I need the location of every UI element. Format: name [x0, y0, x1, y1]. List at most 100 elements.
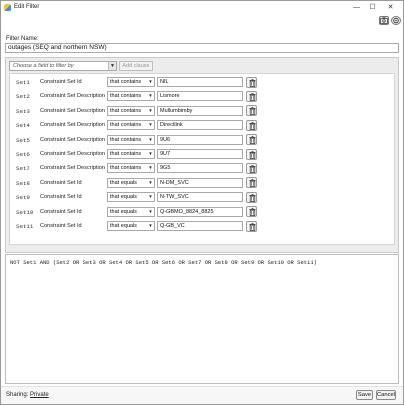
clause-panel: Choose a field to filter by ▼ Add clause… [5, 57, 399, 253]
clause-value-input[interactable]: Mullumbimby [157, 105, 243, 116]
trash-icon [249, 150, 256, 159]
clause-value-input[interactable]: N-TW_SVC [157, 192, 243, 203]
chevron-down-icon: ▼ [148, 165, 153, 171]
clause-row: Set6 Constraint Set Description that conta… [10, 147, 394, 161]
clause-row: Set8 Constraint Set Id that equals ▼ N-DM_SV… [10, 176, 394, 190]
cancel-button[interactable]: Cancel [376, 390, 396, 400]
delete-clause-button[interactable] [246, 90, 257, 102]
operator-select[interactable]: that equals ▼ [107, 206, 155, 217]
operator-select[interactable]: that contains ▼ [107, 91, 155, 102]
delete-clause-button[interactable] [246, 191, 257, 203]
operator-value: that equals [110, 223, 137, 229]
trash-icon [249, 165, 256, 173]
delete-clause-button[interactable] [246, 148, 257, 160]
operator-select[interactable]: that equals ▼ [107, 221, 155, 231]
clause-row: Set1 Constraint Set Id that contains ▼ NIL [10, 75, 394, 89]
chevron-down-icon: ▼ [148, 208, 153, 214]
set-id: Set2 [16, 93, 30, 101]
operator-select[interactable]: that contains ▼ [107, 149, 155, 159]
trash-icon [249, 107, 256, 116]
maximize-button[interactable]: ☐ [365, 1, 380, 14]
camera-icon[interactable] [379, 16, 389, 25]
chevron-down-icon: ▼ [148, 93, 153, 99]
add-clause-button[interactable]: Add clause [119, 61, 153, 71]
operator-value: that contains [110, 122, 142, 129]
clause-value-input[interactable]: Q-GBMO_8824_8825 [157, 206, 243, 217]
chevron-down-icon: ▼ [148, 194, 153, 200]
close-button[interactable]: ✕ [383, 1, 398, 14]
operator-value: that contains [110, 93, 142, 100]
filter-name-label: Filter Name: [6, 36, 39, 42]
clause-field-label: Constraint Set Id [40, 223, 82, 229]
operator-value: that equals [110, 179, 137, 186]
clause-list: Set1 Constraint Set Id that contains ▼ NIL Se… [9, 73, 395, 245]
title-bar: Edit Filter — ☐ ✕ [1, 1, 403, 14]
delete-clause-button[interactable] [246, 206, 257, 218]
set-id: Set11 [16, 223, 34, 230]
gear-icon[interactable] [391, 16, 401, 25]
operator-select[interactable]: that contains ▼ [107, 105, 155, 116]
clause-value-input[interactable]: 9G5 [157, 163, 243, 174]
set-id: Set5 [16, 136, 30, 144]
chevron-down-icon: ▼ [148, 107, 153, 113]
sharing-link[interactable]: Private [30, 392, 49, 398]
trash-icon [249, 222, 256, 231]
chevron-down-icon: ▼ [108, 62, 116, 70]
clause-value-input[interactable]: Directlink [157, 120, 243, 131]
chevron-down-icon: ▼ [148, 179, 153, 185]
clause-value-input[interactable]: 9U6 [157, 134, 243, 145]
operator-select[interactable]: that contains ▼ [107, 77, 155, 87]
trash-icon [249, 93, 256, 101]
clause-value-input[interactable]: 9U7 [157, 149, 243, 159]
set-id: Set4 [16, 122, 30, 130]
clause-field-label: Constraint Set Id [40, 79, 82, 85]
delete-clause-button[interactable] [246, 177, 257, 189]
delete-clause-button[interactable] [246, 119, 257, 131]
clause-value-input[interactable]: N-DM_SVC [157, 177, 243, 188]
clause-field-label: Constraint Set Description [40, 151, 105, 157]
clause-field-label: Constraint Set Id [40, 194, 82, 201]
delete-clause-button[interactable] [246, 162, 257, 174]
set-id: Set7 [16, 165, 30, 173]
clause-row: Set5 Constraint Set Description that conta… [10, 133, 394, 147]
chevron-down-icon: ▼ [148, 136, 153, 142]
field-select[interactable]: Choose a field to filter by ▼ [9, 61, 117, 71]
delete-clause-button[interactable] [246, 76, 257, 88]
set-id: Set6 [16, 151, 30, 158]
clause-value-input[interactable]: NIL [157, 77, 243, 87]
operator-select[interactable]: that equals ▼ [107, 177, 155, 188]
clause-row: Set11 Constraint Set Id that equals ▼ Q-GB_V… [10, 219, 394, 233]
operator-select[interactable]: that equals ▼ [107, 192, 155, 203]
operator-value: that contains [110, 151, 142, 157]
clause-value-input[interactable]: Q-GB_VC [157, 221, 243, 231]
set-id: Set9 [16, 194, 30, 202]
clause-field-label: Constraint Set Description [40, 136, 105, 143]
clause-row: Set2 Constraint Set Description that conta… [10, 89, 394, 103]
operator-value: that equals [110, 194, 137, 201]
filter-name-input[interactable]: outages (SEQ and northern NSW) [5, 43, 399, 53]
set-id: Set10 [16, 208, 34, 216]
delete-clause-button[interactable] [246, 105, 257, 117]
operator-select[interactable]: that contains ▼ [107, 163, 155, 174]
footer: Sharing: Private Save Cancel [1, 386, 403, 404]
edit-filter-window: Edit Filter — ☐ ✕ Filter Name: outages (… [0, 0, 404, 405]
filter-expression[interactable]: NOT Set1 AND (Set2 OR Set3 OR Set4 OR Se… [5, 254, 399, 384]
trash-icon [249, 121, 256, 130]
operator-select[interactable]: that contains ▼ [107, 120, 155, 131]
chevron-down-icon: ▼ [148, 223, 153, 228]
clause-field-label: Constraint Set Description [40, 122, 105, 129]
set-id: Set3 [16, 107, 30, 115]
save-button[interactable]: Save [356, 390, 373, 400]
field-select-placeholder: Choose a field to filter by [13, 63, 74, 69]
set-id: Set1 [16, 79, 30, 86]
clause-row: Set9 Constraint Set Id that equals ▼ N-TW_SV… [10, 190, 394, 204]
operator-select[interactable]: that contains ▼ [107, 134, 155, 145]
sharing: Sharing: Private [6, 392, 49, 398]
delete-clause-button[interactable] [246, 134, 257, 146]
operator-value: that contains [110, 136, 142, 143]
clause-value-input[interactable]: Lismore [157, 91, 243, 102]
trash-icon [249, 193, 256, 202]
minimize-button[interactable]: — [349, 1, 364, 14]
clause-row: Set4 Constraint Set Description that conta… [10, 118, 394, 132]
delete-clause-button[interactable] [246, 220, 257, 232]
